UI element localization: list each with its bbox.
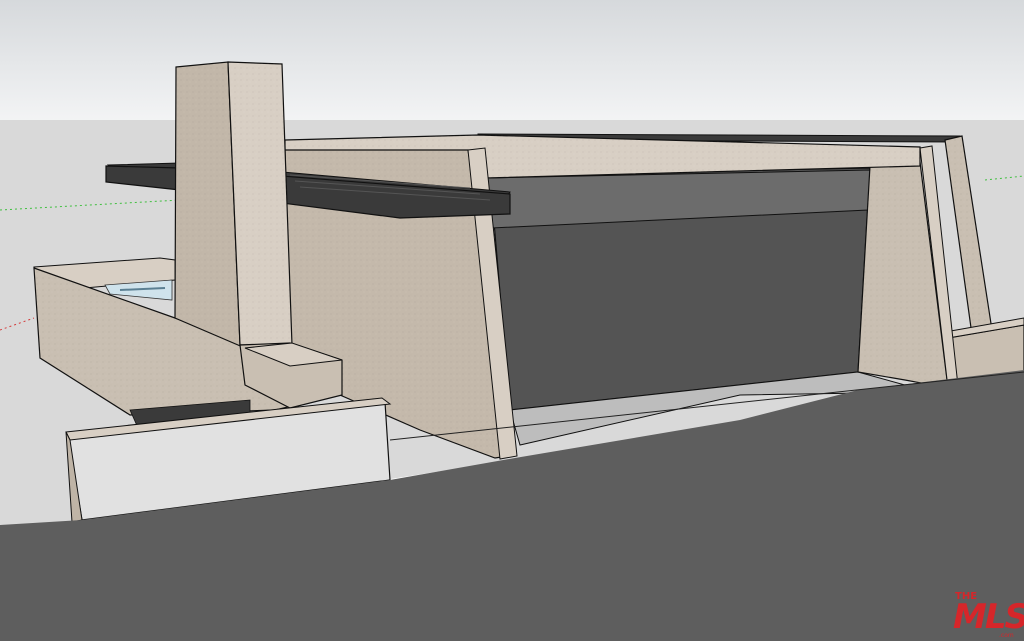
sky <box>0 0 1024 122</box>
architectural-model-scene: THE MLS .com <box>0 0 1024 641</box>
mls-logo-icon: THE MLS .com <box>953 591 1024 639</box>
watermark-brand-suffix: .com <box>999 632 1014 639</box>
watermark-brand-main: MLS <box>953 597 1024 637</box>
